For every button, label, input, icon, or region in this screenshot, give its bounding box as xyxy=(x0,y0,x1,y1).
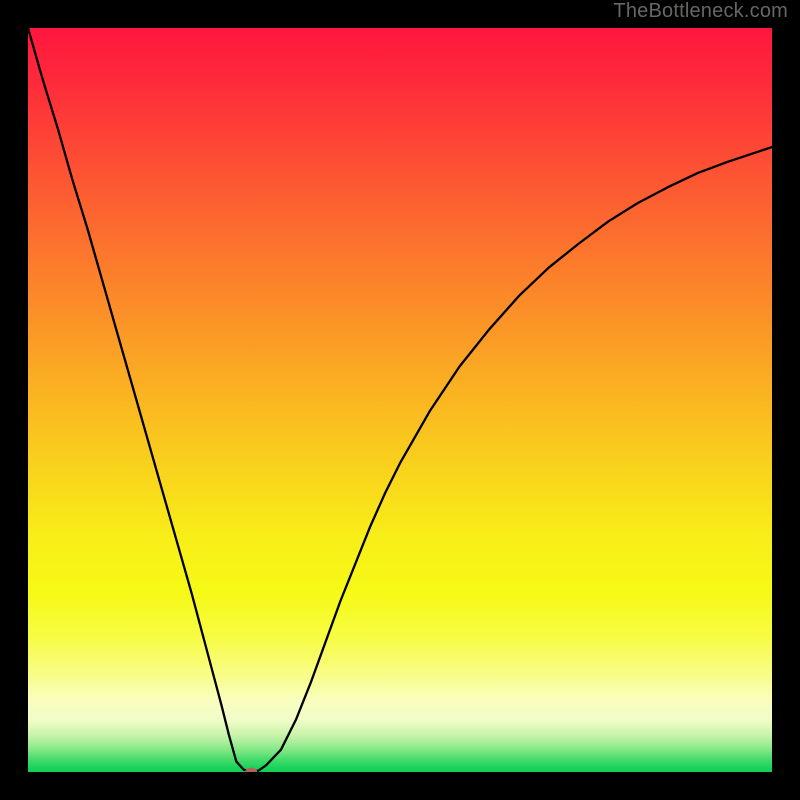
plot-area xyxy=(28,28,772,772)
watermark-text: TheBottleneck.com xyxy=(613,0,788,23)
gradient-background xyxy=(28,28,772,772)
chart-container: TheBottleneck.com xyxy=(0,0,800,800)
chart-svg xyxy=(28,28,772,772)
